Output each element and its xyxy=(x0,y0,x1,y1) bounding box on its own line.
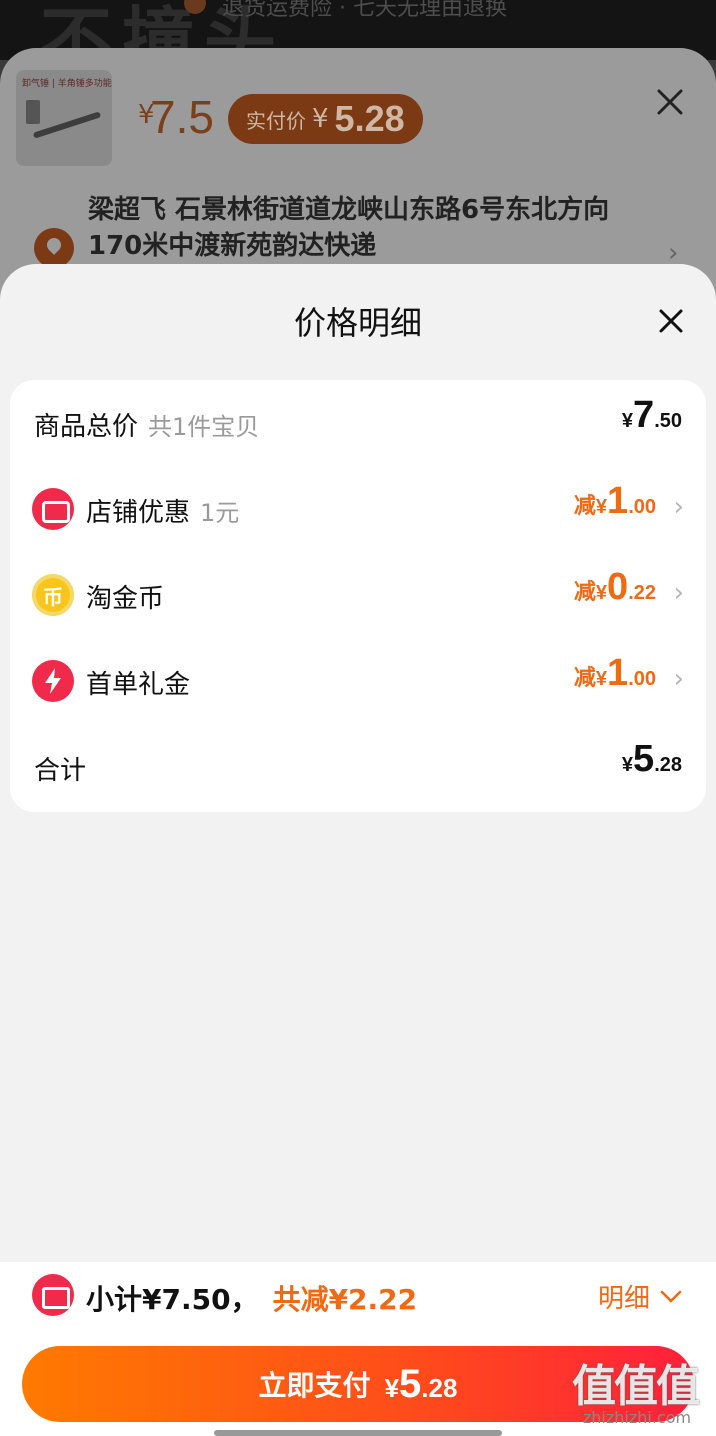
close-icon[interactable] xyxy=(654,304,688,338)
row-sublabel: 共1件宝贝 xyxy=(148,413,260,441)
close-icon[interactable] xyxy=(652,84,688,120)
amount-integer: 1 xyxy=(607,480,629,522)
sheet-title: 价格明细 xyxy=(293,304,422,342)
pay-integer: 5 xyxy=(399,1361,422,1406)
amount-currency: ¥ xyxy=(621,754,634,776)
shop-coupon-icon xyxy=(32,488,74,530)
detail-toggle[interactable]: 明细 xyxy=(598,1278,682,1315)
chevron-down-icon xyxy=(660,1290,682,1302)
paid-price-badge: 实付价 ¥ 5.28 xyxy=(228,94,423,144)
amount-decimal: .00 xyxy=(628,496,656,518)
product-thumbnail: 卸气锤 | 羊角锤多功能 铁锤 xyxy=(16,70,112,166)
row-label-wrap: 合计 xyxy=(34,750,86,787)
row-label-wrap: 淘金币 xyxy=(86,578,164,615)
row-label: 首单礼金 xyxy=(86,670,191,700)
paid-price-currency: ¥ xyxy=(312,104,329,134)
watermark-logo: 值值值 xyxy=(572,1361,700,1412)
price-detail-sheet: 价格明细 商品总价共1件宝贝 ¥7.50 店铺优惠1元 减¥1.00 › xyxy=(0,264,716,1436)
pay-currency: ¥ xyxy=(384,1372,400,1403)
chevron-right-icon[interactable]: › xyxy=(674,578,684,608)
row-amount: 减 ¥0.22 xyxy=(574,566,656,609)
amount-currency: ¥ xyxy=(595,496,608,518)
pay-decimal: .28 xyxy=(421,1372,458,1403)
row-sublabel: 1元 xyxy=(200,499,240,527)
price-row-total-goods: 商品总价 共1件宝贝 ¥7.50 xyxy=(10,380,706,466)
row-label-wrap: 商品总价 共1件宝贝 xyxy=(34,406,259,443)
price-row-total: 合计 ¥5.28 xyxy=(10,724,706,810)
row-amount: ¥7.50 xyxy=(622,394,682,437)
detail-label: 明细 xyxy=(597,1284,650,1314)
row-label-wrap: 首单礼金 xyxy=(86,664,190,701)
thumbnail-caption: 卸气锤 | 羊角锤多功能 铁锤 xyxy=(22,79,112,89)
amount-prefix: 减 xyxy=(573,580,596,605)
price-row-shop-discount[interactable]: 店铺优惠 1元 减 ¥1.00 › xyxy=(10,466,706,552)
total-reduced-text: 共减¥2.22 xyxy=(272,1283,418,1316)
amount-integer: 1 xyxy=(607,652,629,694)
price-row-taojinbi[interactable]: 淘金币 减¥0.22 › xyxy=(10,552,706,638)
amount-decimal: .00 xyxy=(628,668,656,690)
shipping-address[interactable]: 梁超飞 石景林街道道龙峡山东路6号东北方向170米中渡新苑韵达快递 xyxy=(88,192,648,264)
location-pin-icon xyxy=(34,228,74,268)
price-row-first-order-gift[interactable]: 首单礼金 减 ¥1.00 › xyxy=(10,638,706,724)
row-label: 店铺优惠 xyxy=(86,498,191,528)
amount-currency: ¥ xyxy=(621,410,634,432)
subtotal-text: 小计¥7.50， xyxy=(86,1283,259,1316)
amount-integer: 7 xyxy=(633,394,655,436)
amount-currency: ¥ xyxy=(595,668,608,690)
watermark-url: zhizhizhi.com xyxy=(582,1408,692,1427)
amount-prefix: 减 xyxy=(573,666,596,691)
hammer-head xyxy=(26,100,40,124)
pay-amount: ¥5.28 xyxy=(385,1362,458,1407)
row-label: 合计 xyxy=(34,756,87,786)
chevron-right-icon[interactable]: › xyxy=(674,664,684,694)
gold-coin-icon xyxy=(32,574,74,616)
amount-decimal: .50 xyxy=(654,410,682,432)
lightning-glyph xyxy=(45,668,61,694)
coupon-ticket-icon xyxy=(32,1274,74,1316)
pay-label: 立即支付 xyxy=(258,1369,371,1402)
subtotal-summary: 小计¥7.50， 共减¥2.22 xyxy=(86,1278,417,1318)
bottom-checkout-bar: 小计¥7.50， 共减¥2.22 明细 立即支付 ¥5.28 值值值 zhizhi… xyxy=(0,1262,716,1436)
price-detail-card: 商品总价共1件宝贝 ¥7.50 店铺优惠1元 减¥1.00 › 淘金币 减¥0. xyxy=(10,380,706,812)
lightning-icon xyxy=(32,660,74,702)
amount-integer: 0 xyxy=(607,566,629,608)
amount-integer: 5 xyxy=(633,738,655,780)
paid-price-value: 5.28 xyxy=(334,98,405,139)
hammer-handle xyxy=(32,111,102,139)
row-amount: 减 ¥1.00 xyxy=(574,652,656,695)
background-service-line: 退货运费险 · 七天无理由退换 xyxy=(222,0,507,21)
amount-prefix: 减 xyxy=(573,494,596,519)
row-amount: ¥5.28 xyxy=(622,738,682,781)
row-label: 淘金币 xyxy=(86,584,165,614)
row-amount: 减 ¥1.00 xyxy=(574,480,656,523)
amount-decimal: .22 xyxy=(628,582,656,604)
product-price: 7.5 xyxy=(150,91,214,143)
row-label: 商品总价 xyxy=(34,412,139,442)
amount-currency: ¥ xyxy=(595,582,608,604)
row-label-wrap: 店铺优惠 1元 xyxy=(86,492,239,529)
amount-decimal: .28 xyxy=(654,754,682,776)
paid-price-label: 实付价 xyxy=(246,108,306,133)
home-indicator[interactable] xyxy=(214,1430,502,1436)
chevron-right-icon[interactable]: › xyxy=(674,492,684,522)
